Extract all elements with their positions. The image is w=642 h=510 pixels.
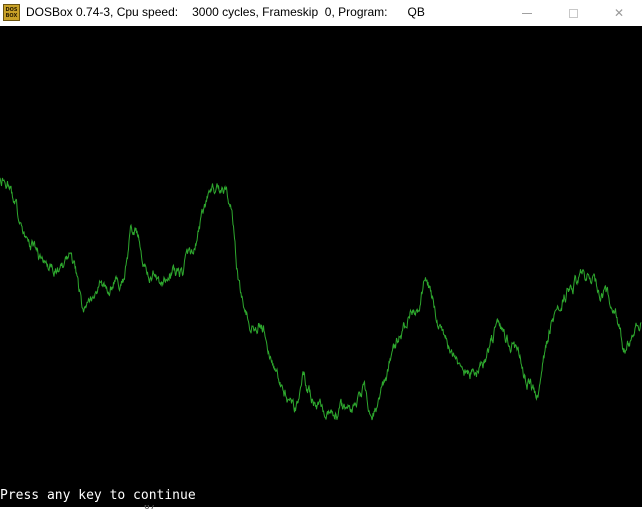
minimize-icon <box>522 12 532 14</box>
minimize-button[interactable] <box>504 0 550 26</box>
maximize-icon <box>568 8 578 18</box>
close-button[interactable]: ✕ <box>596 0 642 26</box>
random-walk-plot <box>0 177 642 421</box>
close-icon: ✕ <box>613 6 625 20</box>
title-cycles: 3000 cycles, Frameskip 0, Program: <box>192 5 388 19</box>
background-window-fragment: 67 <box>144 505 156 510</box>
press-any-key-text: Press any key to continue <box>0 488 196 503</box>
title-version: DOSBox 0.74-3, Cpu speed: <box>26 5 179 19</box>
title-program: QB <box>407 5 425 19</box>
maximize-button[interactable] <box>550 0 596 26</box>
title-bar[interactable]: DOS BOX DOSBox 0.74-3, Cpu speed: 3000 cy… <box>0 0 642 26</box>
app-icon-label-bottom: BOX <box>5 12 18 19</box>
window-title: DOSBox 0.74-3, Cpu speed: 3000 cycles, Fr… <box>26 5 425 19</box>
random-walk-line <box>0 177 642 421</box>
dosbox-app-icon[interactable]: DOS BOX <box>3 4 20 21</box>
dos-screen[interactable]: Press any key to continue <box>0 26 642 507</box>
dosbox-window: DOS BOX DOSBox 0.74-3, Cpu speed: 3000 cy… <box>0 0 642 510</box>
